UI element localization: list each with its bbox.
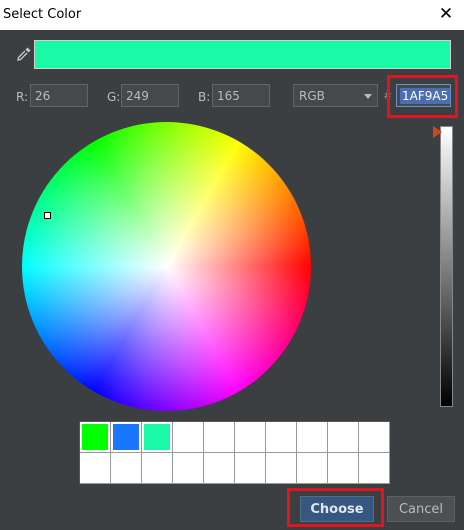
recent-color-swatch[interactable] (266, 453, 297, 484)
close-icon[interactable]: ✕ (436, 4, 456, 24)
recent-colors-grid (79, 421, 390, 484)
color-preview (34, 40, 451, 69)
recent-color-swatch[interactable] (204, 422, 235, 453)
red-field[interactable] (30, 84, 88, 107)
color-wheel-picker[interactable] (44, 212, 51, 219)
color-mode-value: RGB (299, 89, 325, 103)
green-field[interactable] (121, 84, 179, 107)
recent-color-swatch[interactable] (111, 422, 142, 453)
g-label: G: (107, 90, 121, 104)
recent-color-swatch[interactable] (173, 422, 204, 453)
color-mode-dropdown[interactable]: RGB (293, 84, 378, 107)
title-bar: Select Color ✕ (0, 0, 464, 30)
swatch-color (82, 424, 108, 450)
b-label: B: (198, 90, 211, 104)
recent-color-swatch[interactable] (142, 422, 173, 453)
r-label: R: (16, 90, 29, 104)
choose-button-highlight (287, 488, 384, 527)
recent-color-swatch[interactable] (204, 453, 235, 484)
blue-field[interactable] (212, 84, 270, 107)
window-title: Select Color (3, 7, 82, 22)
dropdown-arrow-icon (364, 94, 372, 99)
brightness-slider-thumb[interactable] (433, 126, 442, 138)
recent-color-swatch[interactable] (235, 422, 266, 453)
swatch-color (144, 424, 170, 450)
recent-color-swatch[interactable] (173, 453, 204, 484)
recent-color-swatch[interactable] (142, 453, 173, 484)
cancel-button[interactable]: Cancel (387, 496, 455, 522)
recent-color-swatch[interactable] (80, 453, 111, 484)
hex-field-highlight (387, 75, 458, 118)
recent-color-swatch[interactable] (328, 453, 359, 484)
recent-color-swatch[interactable] (297, 453, 328, 484)
recent-color-swatch[interactable] (80, 422, 111, 453)
recent-color-swatch[interactable] (111, 453, 142, 484)
color-wheel[interactable] (22, 122, 311, 411)
recent-color-swatch[interactable] (266, 422, 297, 453)
recent-color-swatch[interactable] (359, 453, 390, 484)
recent-color-swatch[interactable] (235, 453, 266, 484)
recent-color-swatch[interactable] (297, 422, 328, 453)
recent-color-swatch[interactable] (359, 422, 390, 453)
recent-color-swatch[interactable] (328, 422, 359, 453)
swatch-color (113, 424, 139, 450)
eyedropper-icon[interactable] (16, 46, 32, 62)
brightness-slider[interactable] (440, 126, 453, 407)
